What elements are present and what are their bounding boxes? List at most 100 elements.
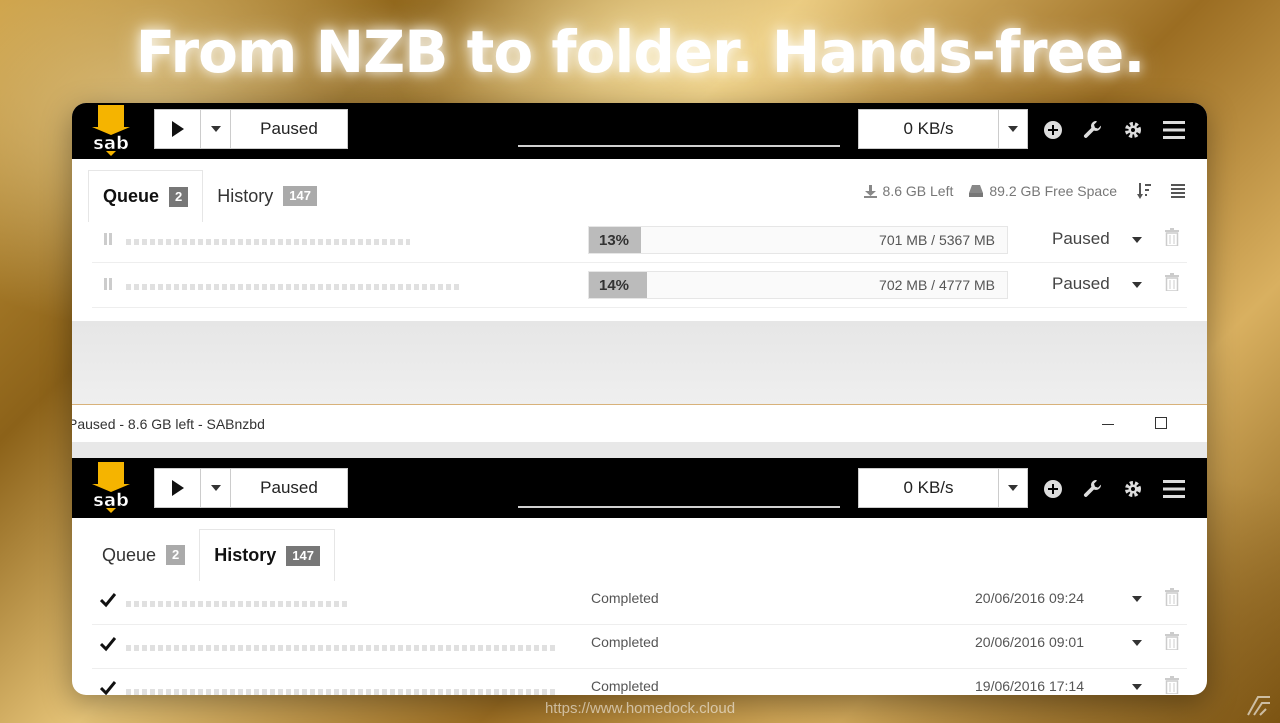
queue-row[interactable]: 13% 701 MB / 5367 MB Paused (92, 219, 1187, 263)
job-name-redacted (126, 689, 556, 695)
speed-dropdown[interactable] (999, 110, 1027, 148)
play-icon (171, 121, 184, 137)
pause-control-group: Paused (154, 468, 348, 508)
job-status[interactable]: Paused (1052, 274, 1110, 294)
trash-icon[interactable] (1165, 228, 1179, 246)
paused-status-button[interactable]: Paused (231, 110, 347, 148)
speed-limit-group: 0 KB/s (858, 109, 1028, 149)
history-count-badge: 147 (286, 545, 320, 566)
queue-count-badge: 2 (166, 545, 186, 565)
menu-icon (1163, 480, 1185, 498)
history-date: 19/06/2016 17:14 (975, 678, 1084, 694)
sab-logo[interactable]: sab (86, 105, 136, 157)
speed-dropdown[interactable] (999, 469, 1027, 507)
job-name-redacted (126, 284, 462, 290)
history-row[interactable]: Completed 20/06/2016 09:01 (92, 625, 1187, 669)
queue-count-badge: 2 (169, 186, 189, 207)
tab-queue-label: Queue (103, 186, 160, 206)
toolbar: sab Paused 0 KB/s (72, 458, 1207, 518)
chevron-down-icon[interactable] (1132, 684, 1142, 690)
add-icon (1044, 121, 1062, 139)
check-icon (100, 637, 116, 652)
tab-queue-label: Queue (102, 544, 157, 565)
tools-button[interactable] (1082, 478, 1104, 500)
pause-duration-dropdown[interactable] (201, 469, 231, 507)
hard-drive-icon (969, 185, 984, 197)
tab-bar: Queue 2 History 147 (88, 529, 335, 581)
job-size: 702 MB / 4777 MB (879, 277, 995, 293)
add-nzb-button[interactable] (1042, 478, 1064, 500)
overall-progress-bar (518, 145, 840, 147)
pause-duration-dropdown[interactable] (201, 110, 231, 148)
history-date: 20/06/2016 09:24 (975, 590, 1084, 606)
maximize-icon[interactable] (1155, 417, 1167, 429)
job-name-redacted (126, 601, 348, 607)
play-button[interactable] (155, 110, 201, 148)
job-name-redacted (126, 645, 556, 651)
chevron-down-icon[interactable] (1132, 237, 1142, 243)
tab-history-label: History (217, 185, 274, 206)
speed-value[interactable]: 0 KB/s (859, 110, 999, 148)
job-progress-bar: 13% 701 MB / 5367 MB (588, 226, 1008, 254)
job-progress-bar: 14% 702 MB / 4777 MB (588, 271, 1008, 299)
queue-stats: 8.6 GB Left 89.2 GB Free Space (863, 183, 1185, 199)
divider (72, 442, 1207, 458)
download-icon (863, 184, 877, 198)
history-date: 20/06/2016 09:01 (975, 634, 1084, 650)
job-status[interactable]: Paused (1052, 229, 1110, 249)
tab-history[interactable]: History 147 (203, 170, 331, 222)
chevron-down-icon[interactable] (1132, 282, 1142, 288)
sab-logo[interactable]: sab (86, 462, 136, 514)
play-icon (171, 480, 184, 496)
pause-icon[interactable] (104, 278, 112, 290)
paused-status-button[interactable]: Paused (231, 469, 347, 507)
speed-value[interactable]: 0 KB/s (859, 469, 999, 507)
tab-queue[interactable]: Queue 2 (88, 170, 204, 222)
remaining-size: 8.6 GB Left (882, 183, 954, 199)
toolbar: sab Paused 0 KB/s (72, 103, 1207, 159)
history-row[interactable]: Completed 19/06/2016 17:14 (92, 669, 1187, 695)
settings-button[interactable] (1122, 478, 1144, 500)
add-icon (1044, 480, 1062, 498)
chevron-down-icon (210, 126, 221, 132)
add-nzb-button[interactable] (1042, 119, 1064, 141)
main-menu-button[interactable] (1163, 478, 1185, 500)
wrench-icon (1083, 480, 1102, 497)
trash-icon[interactable] (1165, 588, 1179, 606)
queue-row[interactable]: 14% 702 MB / 4777 MB Paused (92, 264, 1187, 308)
trash-icon[interactable] (1165, 632, 1179, 650)
tools-button[interactable] (1082, 119, 1104, 141)
trash-icon[interactable] (1165, 273, 1179, 291)
chevron-down-icon (1008, 126, 1018, 132)
pause-icon[interactable] (104, 233, 112, 245)
main-menu-button[interactable] (1163, 119, 1185, 141)
job-name-redacted (126, 239, 410, 245)
trash-icon[interactable] (1165, 676, 1179, 694)
history-count-badge: 147 (283, 186, 317, 206)
compact-view-icon[interactable] (1171, 184, 1185, 198)
svg-text:sab: sab (93, 490, 129, 511)
wrench-icon (1083, 121, 1102, 138)
progress-fill: 13% (589, 227, 641, 253)
tab-queue[interactable]: Queue 2 (88, 529, 199, 581)
headline: From NZB to folder. Hands-free. (135, 18, 1146, 86)
play-button[interactable] (155, 469, 201, 507)
gear-icon (1125, 122, 1141, 138)
history-status: Completed (591, 678, 659, 694)
progress-fill: 14% (589, 272, 647, 298)
tab-bar: Queue 2 History 147 (88, 170, 331, 222)
minimize-icon[interactable] (1102, 424, 1114, 425)
sort-icon[interactable] (1137, 183, 1151, 199)
window-title: Paused - 8.6 GB left - SABnzbd (72, 416, 265, 432)
menu-icon (1163, 121, 1185, 139)
pause-control-group: Paused (154, 109, 348, 149)
tab-history-label: History (214, 545, 277, 565)
chevron-down-icon[interactable] (1132, 596, 1142, 602)
history-row[interactable]: Completed 20/06/2016 09:24 (92, 581, 1187, 625)
footer-url: https://www.homedock.cloud (544, 700, 736, 717)
settings-button[interactable] (1122, 119, 1144, 141)
chevron-down-icon[interactable] (1132, 640, 1142, 646)
free-space: 89.2 GB Free Space (989, 183, 1117, 199)
tab-history[interactable]: History 147 (199, 529, 335, 581)
svg-text:sab: sab (93, 133, 129, 154)
